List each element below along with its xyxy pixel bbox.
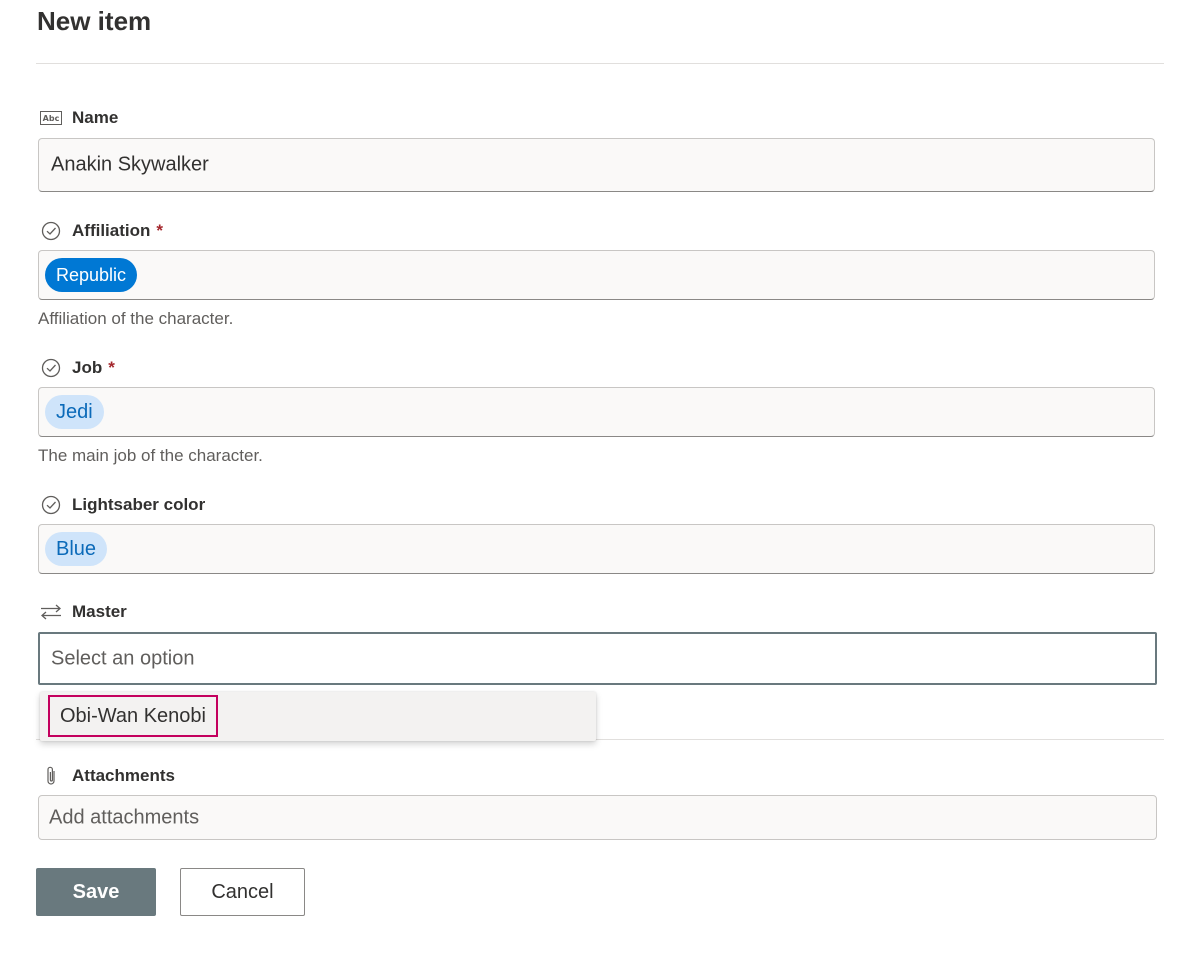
lookup-arrows-icon [40,601,62,623]
choice-check-icon [40,357,62,379]
master-label-text: Master [72,602,127,621]
cancel-button[interactable]: Cancel [180,868,305,916]
name-label-text: Name [72,108,119,127]
header-divider [36,63,1164,64]
lightsaber-color-label-text: Lightsaber color [72,495,206,514]
master-dropdown: Obi-Wan Kenobi [40,692,596,741]
svg-text:Abc: Abc [43,114,60,123]
affiliation-description: Affiliation of the character. [38,309,234,328]
save-button[interactable]: Save [36,868,156,916]
page-title: New item [37,6,152,36]
job-description: The main job of the character. [38,446,263,465]
text-field-icon: Abc [40,107,62,129]
name-value: Anakin Skywalker [51,153,209,176]
attachments-label-text: Attachments [72,766,175,785]
lightsaber-color-field[interactable]: Blue [38,524,1155,574]
master-search-input[interactable] [49,646,1053,671]
attachments-placeholder: Add attachments [49,806,200,828]
required-marker: * [156,221,164,240]
choice-check-icon [40,494,62,516]
paperclip-icon [40,765,62,787]
lightsaber-color-label: Lightsaber color [40,493,205,517]
choice-check-icon [40,220,62,242]
job-chip[interactable]: Jedi [45,395,104,429]
master-combobox[interactable] [38,632,1157,685]
required-marker: * [108,358,115,377]
master-label: Master [40,600,127,624]
affiliation-field[interactable]: Republic [38,250,1155,300]
job-label: Job * [40,356,115,380]
affiliation-label: Affiliation * [40,219,163,243]
affiliation-chip[interactable]: Republic [45,258,138,292]
add-attachments-field[interactable]: Add attachments [38,795,1157,840]
lightsaber-color-chip[interactable]: Blue [45,532,108,566]
job-label-text: Job [72,358,103,377]
dropdown-option[interactable]: Obi-Wan Kenobi [48,695,218,737]
name-input[interactable]: Anakin Skywalker [38,138,1155,192]
name-label: Abc Name [40,106,118,130]
attachments-label: Attachments [40,764,175,788]
affiliation-label-text: Affiliation [72,221,151,240]
job-field[interactable]: Jedi [38,387,1155,437]
